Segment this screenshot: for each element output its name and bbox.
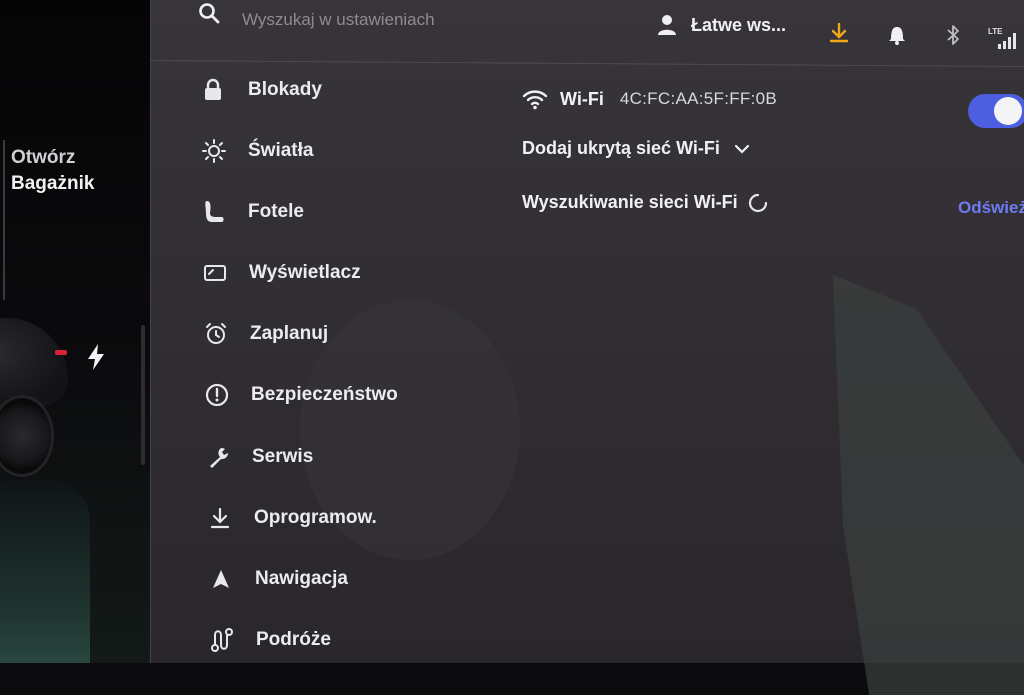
menu-label: Oprogramow. (254, 507, 377, 528)
wifi-scan-row: Wyszukiwanie sieci Wi-Fi (522, 192, 768, 213)
car-view-panel: Otwórz Bagażnik (0, 0, 150, 663)
wifi-row: Wi-Fi 4C:FC:AA:5F:FF:0B (522, 88, 777, 110)
menu-item-serwis[interactable]: Serwis (206, 435, 506, 479)
refresh-button[interactable]: Odśwież (958, 198, 1024, 218)
search-icon[interactable] (198, 2, 220, 24)
wifi-mac-address: 4C:FC:AA:5F:FF:0B (619, 89, 778, 108)
menu-item-wyswietlacz[interactable]: Wyświetlacz (203, 251, 503, 295)
menu-label: Wyświetlacz (249, 262, 361, 283)
wifi-toggle[interactable] (968, 94, 1024, 128)
open-trunk-button[interactable]: Otwórz Bagażnik (11, 145, 94, 197)
open-trunk-label-line1: Otwórz (11, 147, 76, 168)
toggle-knob (994, 97, 1022, 125)
person-icon (658, 15, 676, 35)
trunk-indicator-line (3, 140, 5, 300)
loading-spinner-icon (748, 193, 767, 212)
search-input[interactable] (240, 4, 544, 36)
menu-item-swiatla[interactable]: Światła (202, 129, 502, 173)
wifi-label: Wi-Fi (560, 88, 604, 109)
menu-item-fotele[interactable]: Fotele (202, 190, 502, 234)
menu-label: Zaplanuj (250, 323, 329, 344)
menu-item-blokady[interactable]: Blokady (202, 68, 502, 112)
chevron-down-icon (734, 144, 749, 154)
alert-circle-icon (205, 383, 229, 407)
download-icon[interactable] (829, 22, 849, 44)
seat-icon (205, 201, 224, 222)
wrench-icon (210, 447, 229, 468)
menu-label: Blokady (248, 79, 322, 100)
menu-item-nawigacja[interactable]: Nawigacja (209, 557, 509, 601)
lock-icon (205, 78, 221, 100)
menu-label: Serwis (252, 446, 314, 467)
open-trunk-label-line2: Bagażnik (11, 173, 95, 194)
profile-name: Łatwe ws... (691, 14, 787, 35)
menu-item-oprogramowanie[interactable]: Oprogramow. (208, 496, 508, 540)
menu-label: Podróże (256, 629, 331, 650)
alarm-clock-icon (206, 323, 226, 344)
car-image (0, 318, 68, 406)
car-tail-light (55, 350, 67, 355)
sun-icon (202, 139, 226, 163)
add-hidden-network-label: Dodaj ukrytą sieć Wi-Fi (522, 138, 720, 158)
route-icon (211, 628, 233, 652)
menu-item-podroze[interactable]: Podróże (210, 618, 510, 662)
wifi-scanning-label: Wyszukiwanie sieci Wi-Fi (522, 192, 738, 212)
menu-label: Bezpieczeństwo (251, 384, 398, 405)
bluetooth-icon[interactable] (943, 24, 963, 46)
bell-icon[interactable] (887, 24, 907, 46)
lte-signal-icon[interactable] (996, 30, 1018, 50)
menu-item-bezpieczenstwo[interactable]: Bezpieczeństwo (205, 373, 505, 417)
car-wheel (0, 395, 54, 477)
menu-label: Fotele (248, 201, 304, 222)
menu-label: Światła (248, 140, 314, 161)
wifi-icon (522, 90, 548, 110)
display-icon (204, 265, 226, 281)
navigation-arrow-icon (213, 570, 229, 588)
menu-item-zaplanuj[interactable]: Zaplanuj (204, 312, 504, 356)
menu-label: Nawigacja (255, 568, 348, 589)
scrollbar[interactable] (141, 325, 145, 465)
download-icon (210, 507, 230, 529)
add-hidden-network-button[interactable]: Dodaj ukrytą sieć Wi-Fi (522, 138, 750, 159)
car-reflection (0, 480, 90, 663)
profile-button[interactable]: Łatwe ws... (657, 14, 786, 36)
lightning-bolt-icon[interactable] (86, 344, 106, 370)
